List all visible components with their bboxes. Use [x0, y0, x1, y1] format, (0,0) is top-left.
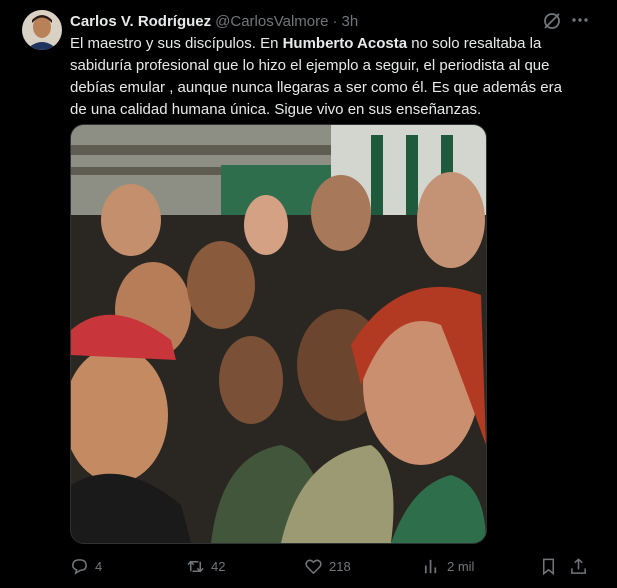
repost-count: 42	[211, 558, 226, 574]
reply-count: 4	[95, 558, 103, 574]
mentioned-name: Humberto Acosta	[282, 35, 408, 52]
tweet: Carlos V. Rodríguez @CarlosValmore · 3h …	[0, 0, 617, 588]
tweet-header: Carlos V. Rodríguez @CarlosValmore · 3h	[70, 11, 358, 31]
heart-icon	[305, 559, 322, 574]
like-button[interactable]: 218	[304, 555, 351, 577]
share-icon	[571, 557, 586, 574]
bookmark-icon	[542, 558, 555, 575]
author-handle[interactable]: @CarlosValmore	[215, 13, 328, 30]
author-name[interactable]: Carlos V. Rodríguez	[70, 13, 211, 30]
reply-icon	[72, 558, 87, 575]
views-count: 2 mil	[447, 558, 475, 574]
more-icon[interactable]	[570, 10, 590, 30]
tweet-photo[interactable]	[70, 124, 487, 544]
views-button[interactable]: 2 mil	[422, 555, 474, 577]
group-selfie-image	[71, 125, 486, 543]
tweet-text-part1: El maestro y sus discípulos. En	[70, 35, 283, 52]
reply-button[interactable]: 4	[70, 555, 102, 577]
bookmark-button[interactable]	[539, 555, 564, 577]
action-bar: 4 42 218 2 mil	[70, 555, 590, 577]
like-count: 218	[329, 558, 351, 574]
avatar-image	[22, 10, 62, 50]
timestamp[interactable]: 3h	[341, 13, 358, 30]
avatar[interactable]	[22, 10, 62, 50]
share-button[interactable]	[569, 555, 594, 577]
grok-icon[interactable]	[541, 10, 563, 32]
tweet-text: El maestro y sus discípulos. En Humberto…	[70, 33, 580, 121]
repost-icon	[187, 560, 204, 572]
repost-button[interactable]: 42	[186, 555, 225, 577]
views-icon	[424, 559, 437, 573]
separator: ·	[332, 12, 338, 30]
